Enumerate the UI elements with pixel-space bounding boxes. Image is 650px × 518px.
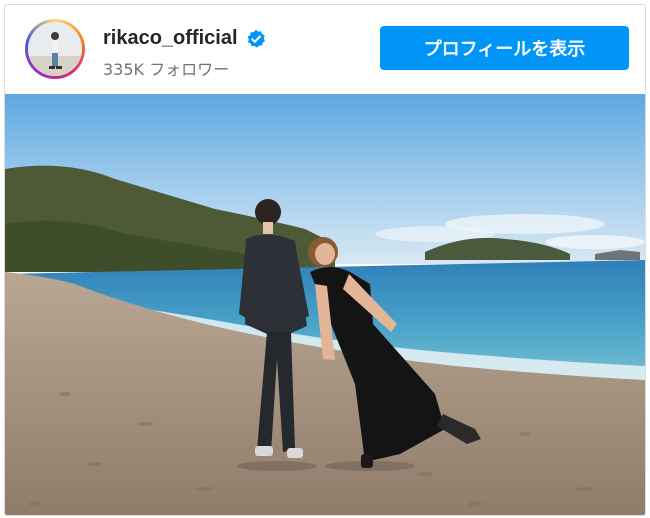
avatar-image	[28, 22, 82, 76]
view-profile-button[interactable]: プロフィールを表示	[380, 26, 629, 70]
beach-photo-image	[5, 94, 645, 515]
username-row: rikaco_official	[103, 27, 266, 50]
instagram-embed-card: rikaco_official 335K フォロワー プロフィールを表示	[4, 4, 646, 516]
avatar-story-ring[interactable]	[25, 19, 85, 79]
username[interactable]: rikaco_official	[103, 27, 238, 50]
follower-count: 335K フォロワー	[103, 60, 230, 79]
avatar[interactable]	[28, 22, 82, 76]
post-photo[interactable]	[5, 94, 645, 515]
verified-badge-icon	[247, 29, 265, 48]
post-header: rikaco_official 335K フォロワー プロフィールを表示	[5, 5, 645, 94]
